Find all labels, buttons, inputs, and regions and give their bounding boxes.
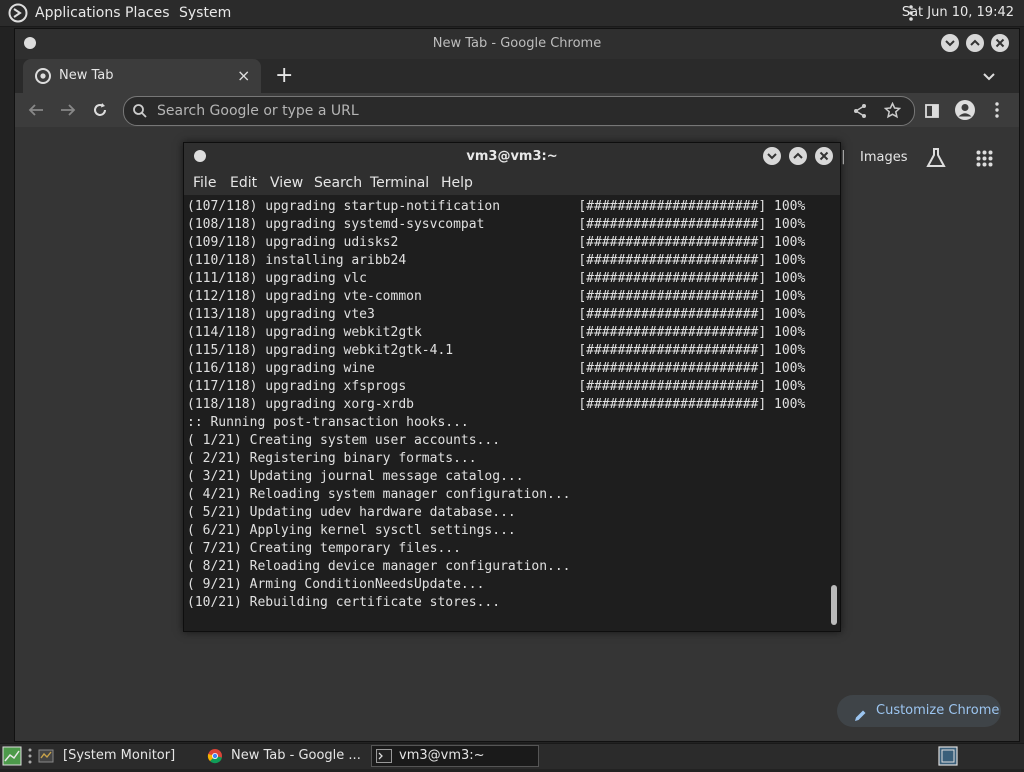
terminal-scrollbar[interactable] bbox=[829, 195, 840, 631]
tab-label: New Tab bbox=[59, 68, 114, 83]
terminal-line: (111/118) upgrading vlc [###############… bbox=[187, 271, 806, 286]
terminal-line: ( 1/21) Creating system user accounts... bbox=[187, 433, 501, 448]
terminal-window: vm3@vm3:~ File Edit View Search Terminal… bbox=[183, 142, 841, 632]
terminal-line: :: Running post-transaction hooks... bbox=[187, 415, 469, 430]
terminal-line: ( 5/21) Updating udev hardware database.… bbox=[187, 505, 516, 520]
terminal-line: (113/118) upgrading vte3 [##############… bbox=[187, 307, 806, 322]
terminal-title: vm3@vm3:~ bbox=[466, 149, 558, 164]
customize-chrome-label: Customize Chrome bbox=[876, 703, 1000, 718]
terminal-menu-file[interactable]: File bbox=[193, 171, 216, 195]
maximize-button[interactable] bbox=[966, 34, 984, 52]
tab-search-icon[interactable] bbox=[981, 68, 997, 84]
menu-applications[interactable]: Applications bbox=[35, 0, 121, 26]
terminal-menu-edit[interactable]: Edit bbox=[230, 171, 257, 195]
terminal-line: (118/118) upgrading xorg-xrdb [#########… bbox=[187, 397, 806, 412]
system-monitor-icon bbox=[38, 748, 54, 764]
terminal-menu-view[interactable]: View bbox=[270, 171, 303, 195]
menu-places[interactable]: Places bbox=[125, 0, 170, 26]
chrome-logo-icon bbox=[207, 748, 223, 764]
forward-button[interactable] bbox=[59, 102, 77, 118]
terminal-icon bbox=[376, 749, 392, 763]
task-label: [System Monitor] bbox=[63, 748, 176, 763]
terminal-line: ( 6/21) Applying kernel sysctl settings.… bbox=[187, 523, 516, 538]
distro-logo-icon[interactable] bbox=[8, 3, 28, 23]
pencil-icon bbox=[853, 704, 867, 721]
omnibox-placeholder: Search Google or type a URL bbox=[157, 103, 359, 119]
close-button[interactable] bbox=[991, 34, 1009, 52]
new-tab-button[interactable]: + bbox=[275, 59, 293, 93]
terminal-output[interactable]: (107/118) upgrading startup-notification… bbox=[184, 195, 828, 631]
terminal-line: ( 7/21) Creating temporary files... bbox=[187, 541, 461, 556]
bookmark-star-icon[interactable] bbox=[883, 101, 902, 119]
terminal-menubar: File Edit View Search Terminal Help bbox=[184, 171, 840, 195]
terminal-line: ( 2/21) Registering binary formats... bbox=[187, 451, 477, 466]
terminal-line: (115/118) upgrading webkit2gtk-4.1 [####… bbox=[187, 343, 806, 358]
chrome-toolbar: Search Google or type a URL bbox=[15, 93, 1019, 128]
terminal-line: (109/118) upgrading udisks2 [###########… bbox=[187, 235, 806, 250]
chrome-menu-icon[interactable] bbox=[993, 101, 1001, 119]
minimize-button[interactable] bbox=[941, 34, 959, 52]
apps-grid-icon[interactable] bbox=[976, 150, 993, 167]
side-panel-icon[interactable] bbox=[925, 103, 939, 118]
omnibox[interactable]: Search Google or type a URL bbox=[123, 96, 915, 126]
terminal-line: (110/118) installing aribb24 [##########… bbox=[187, 253, 806, 268]
terminal-line: ( 3/21) Updating journal message catalog… bbox=[187, 469, 524, 484]
customize-chrome-button[interactable]: Customize Chrome bbox=[837, 695, 1001, 727]
panel-clock[interactable]: Sat Jun 10, 19:42 bbox=[902, 0, 1014, 26]
tab-close-icon[interactable]: × bbox=[237, 59, 250, 93]
back-button[interactable] bbox=[27, 102, 45, 118]
task-chrome[interactable]: New Tab - Google ... bbox=[205, 745, 365, 767]
show-desktop-icon[interactable] bbox=[2, 746, 22, 766]
chrome-titlebar[interactable]: New Tab - Google Chrome bbox=[15, 29, 1019, 59]
labs-flask-icon[interactable] bbox=[925, 147, 947, 169]
terminal-line: ( 8/21) Reloading device manager configu… bbox=[187, 559, 571, 574]
top-panel: Applications Places System Sat Jun 10, 1… bbox=[0, 0, 1024, 27]
task-terminal[interactable]: vm3@vm3:~ bbox=[371, 745, 539, 767]
menu-system[interactable]: System bbox=[179, 0, 231, 26]
terminal-line: (116/118) upgrading wine [##############… bbox=[187, 361, 806, 376]
images-link[interactable]: Images bbox=[860, 150, 908, 165]
terminal-close-button[interactable] bbox=[815, 147, 833, 165]
search-icon bbox=[132, 103, 148, 119]
terminal-scroll-thumb[interactable] bbox=[831, 585, 837, 625]
terminal-maximize-button[interactable] bbox=[789, 147, 807, 165]
terminal-line: (112/118) upgrading vte-common [########… bbox=[187, 289, 806, 304]
bottom-taskbar: [System Monitor] New Tab - Google ... vm… bbox=[0, 743, 1024, 769]
taskbar-handle-icon[interactable] bbox=[27, 748, 33, 764]
chrome-logo-icon bbox=[35, 68, 51, 84]
task-system-monitor[interactable]: [System Monitor] bbox=[36, 745, 196, 767]
terminal-line: ( 9/21) Arming ConditionNeedsUpdate... bbox=[187, 577, 485, 592]
terminal-menu-help[interactable]: Help bbox=[441, 171, 473, 195]
tab-strip: New Tab × + bbox=[15, 59, 1019, 93]
share-icon[interactable] bbox=[852, 103, 868, 119]
terminal-menu-terminal[interactable]: Terminal bbox=[370, 171, 429, 195]
terminal-titlebar[interactable]: vm3@vm3:~ bbox=[184, 143, 840, 171]
terminal-line: (10/21) Rebuilding certificate stores... bbox=[187, 595, 501, 610]
terminal-minimize-button[interactable] bbox=[763, 147, 781, 165]
task-label: vm3@vm3:~ bbox=[399, 748, 485, 763]
reload-button[interactable] bbox=[92, 102, 108, 118]
task-label: New Tab - Google ... bbox=[231, 748, 361, 763]
terminal-line: (108/118) upgrading systemd-sysvcompat [… bbox=[187, 217, 806, 232]
profile-avatar-icon[interactable] bbox=[954, 99, 976, 121]
workspace-switcher-icon[interactable] bbox=[938, 746, 958, 766]
tab-new-tab[interactable]: New Tab × bbox=[23, 59, 261, 93]
terminal-line: (114/118) upgrading webkit2gtk [########… bbox=[187, 325, 806, 340]
chrome-window-title: New Tab - Google Chrome bbox=[432, 36, 602, 51]
terminal-menu-search[interactable]: Search bbox=[314, 171, 362, 195]
terminal-line: (117/118) upgrading xfsprogs [##########… bbox=[187, 379, 806, 394]
ntp-separator: | bbox=[841, 149, 846, 165]
terminal-line: (107/118) upgrading startup-notification… bbox=[187, 199, 806, 214]
terminal-line: ( 4/21) Reloading system manager configu… bbox=[187, 487, 571, 502]
